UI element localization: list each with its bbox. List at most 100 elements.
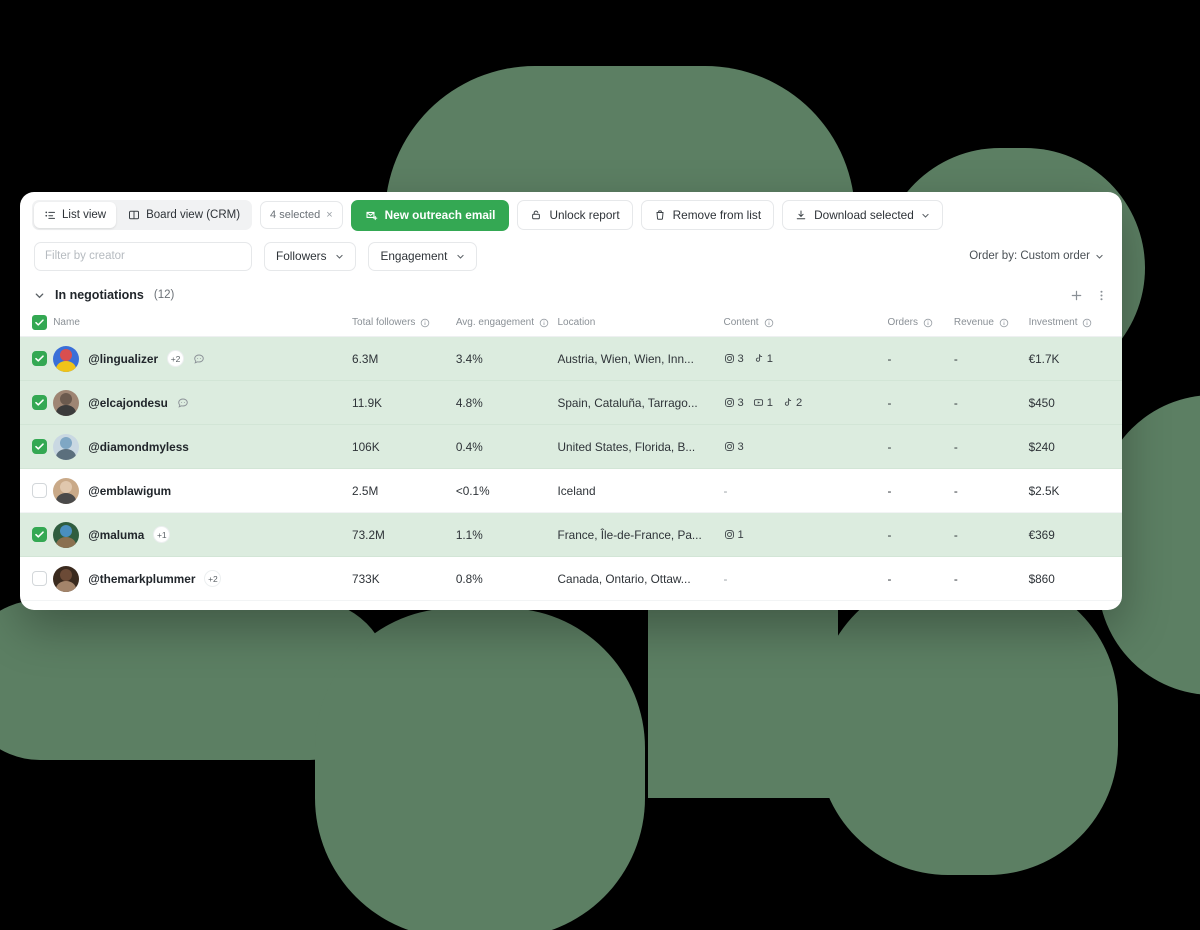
chevron-down-icon[interactable] [34,290,45,301]
col-location-label: Location [557,317,596,328]
creator-name-cell: @maluma +1 [53,512,353,557]
table-row[interactable]: @themarkplummer +2 733K 0.8% Canada, Ontario… [20,556,1122,601]
download-selected-button[interactable]: Download selected [782,200,943,230]
avg-engagement-cell: 4.8% [455,380,558,425]
location-cell: Spain, Cataluña, Tarrago... [557,380,724,425]
content-cell: 3 [723,424,888,469]
avg-engagement-cell: <0.1% [455,468,558,513]
location-cell: France, Île-de-France, Pa... [557,512,724,557]
total-followers-cell: 2.5M [352,468,456,513]
row-checkbox[interactable] [32,351,47,366]
creators-table: Name Total followers Avg. engagement Loc… [20,310,1122,601]
plus-icon[interactable] [1070,289,1083,302]
avatar [53,389,80,416]
chevron-down-icon [456,252,465,261]
avatar [53,565,80,592]
info-icon[interactable] [1082,318,1092,328]
location-cell: Iceland [557,468,724,513]
table-row[interactable]: @diamondmyless 106K 0.4% United States, Flo… [20,424,1122,469]
selection-count-label: 4 selected [270,209,321,221]
table-body: @lingualizer +2 6.3M 3.4% Austria, Wien, Wie… [20,336,1122,601]
content-youtube: 1 [753,397,773,409]
unlock-report-button[interactable]: Unlock report [517,200,633,230]
content-count: 1 [766,352,773,365]
row-select-cell [20,468,54,513]
row-checkbox[interactable] [32,439,47,454]
avg-engagement-cell: 0.8% [455,556,558,601]
additional-platforms-badge[interactable]: +1 [153,526,171,543]
col-total-followers[interactable]: Total followers [352,310,456,337]
col-content[interactable]: Content [723,310,888,337]
investment-cell: $450 [1028,380,1122,425]
additional-platforms-badge[interactable]: +2 [204,570,222,587]
creator-handle[interactable]: @lingualizer [88,352,158,366]
col-investment-label: Investment [1028,317,1078,328]
engagement-filter-dropdown[interactable]: Engagement [368,241,478,271]
revenue-cell: - [953,556,1029,601]
content-cell: 3 1 2 [723,380,888,425]
comment-icon[interactable] [177,397,189,409]
col-avg-engagement[interactable]: Avg. engagement [455,310,558,337]
info-icon[interactable] [999,318,1009,328]
search-input[interactable] [34,241,252,271]
select-all-checkbox[interactable] [32,315,47,330]
creator-handle[interactable]: @elcajondesu [88,396,168,410]
content-empty: - [723,483,728,498]
info-icon[interactable] [923,318,933,328]
remove-from-list-button[interactable]: Remove from list [640,200,775,230]
followers-filter-label: Followers [276,249,327,263]
info-icon[interactable] [420,318,430,328]
total-followers-cell: 106K [352,424,456,469]
row-checkbox[interactable] [32,395,47,410]
row-checkbox[interactable] [32,527,47,542]
info-icon[interactable] [539,318,549,328]
creator-handle[interactable]: @maluma [88,528,144,542]
investment-cell: $2.5K [1028,468,1122,513]
followers-filter-dropdown[interactable]: Followers [264,241,357,271]
content-cell: 1 [723,512,888,557]
avg-engagement-cell: 3.4% [455,336,558,381]
row-select-cell [20,424,54,469]
col-orders[interactable]: Orders [887,310,954,337]
total-followers-cell: 6.3M [352,336,456,381]
col-revenue[interactable]: Revenue [953,310,1029,337]
orders-cell: - [887,512,954,557]
table-row[interactable]: @elcajondesu 11.9K 4.8% Spain, Cataluña, Ta… [20,380,1122,425]
download-icon [795,209,807,221]
orders-cell: - [887,380,954,425]
location-cell: Austria, Wien, Wien, Inn... [557,336,724,381]
screenshot-root: List view Board view (CRM) 4 selected × [0,0,1200,930]
row-checkbox[interactable] [32,571,47,586]
additional-platforms-badge[interactable]: +2 [167,350,185,367]
creator-handle[interactable]: @themarkplummer [88,572,195,586]
table-row[interactable]: @maluma +1 73.2M 1.1% France, Île-de-France,… [20,512,1122,557]
table-row[interactable]: @lingualizer +2 6.3M 3.4% Austria, Wien, Wie… [20,336,1122,381]
creator-list-card: List view Board view (CRM) 4 selected × [20,192,1122,610]
content-empty: - [723,571,728,586]
revenue-cell: - [953,512,1029,557]
tab-list-view[interactable]: List view [34,202,117,228]
tiktok-icon [753,353,764,364]
creator-handle[interactable]: @diamondmyless [88,440,189,454]
tab-board-view[interactable]: Board view (CRM) [118,202,250,228]
location-cell: Canada, Ontario, Ottaw... [557,556,724,601]
lock-icon [530,209,542,221]
clear-selection-icon[interactable]: × [326,209,332,221]
chevron-down-icon [921,211,930,220]
orders-cell: - [887,336,954,381]
col-total-followers-label: Total followers [352,317,416,328]
more-vertical-icon[interactable] [1095,289,1108,302]
avatar [53,433,80,460]
col-name[interactable]: Name [53,310,353,337]
col-investment[interactable]: Investment [1028,310,1122,337]
col-location[interactable]: Location [557,310,724,337]
creator-handle[interactable]: @emblawigum [88,484,171,498]
comment-icon[interactable] [193,353,205,365]
new-outreach-email-button[interactable]: New outreach email [350,199,510,231]
orders-cell: - [887,468,954,513]
info-icon[interactable] [764,318,774,328]
table-row[interactable]: @emblawigum 2.5M <0.1% Iceland - - - $2.5K [20,468,1122,513]
col-name-label: Name [53,317,80,328]
row-checkbox[interactable] [32,483,47,498]
order-by-dropdown[interactable]: Order by: Custom order [969,250,1108,262]
